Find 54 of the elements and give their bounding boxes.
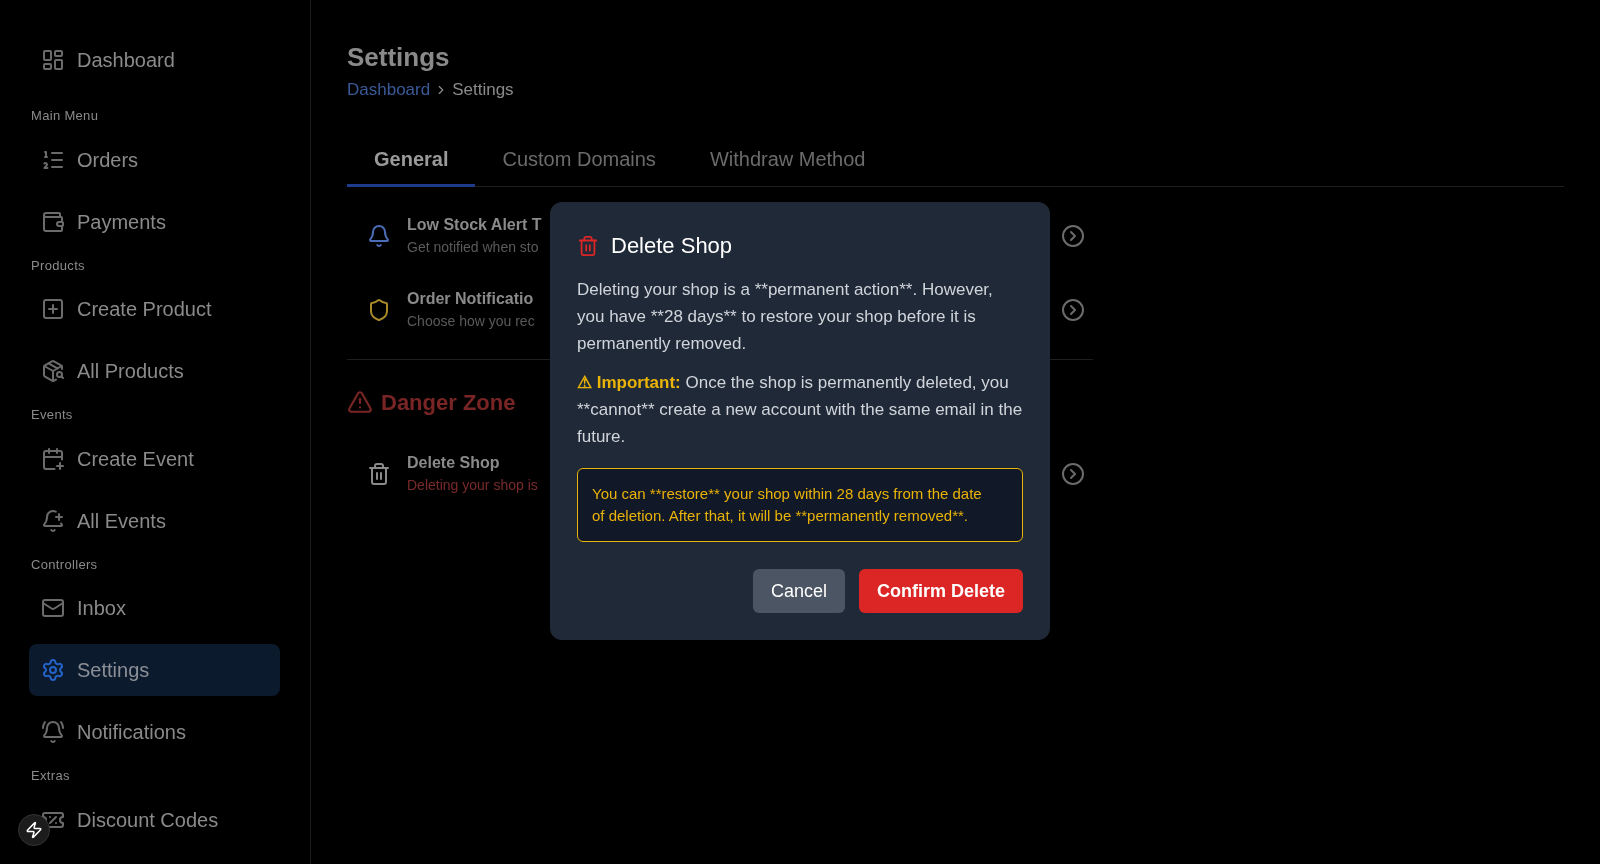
sidebar-item[interactable]: Notifications [29, 706, 280, 758]
package-search-icon [41, 359, 65, 383]
bell-icon [367, 223, 391, 248]
sidebar-item[interactable]: Create Event [29, 432, 280, 485]
trash-icon [577, 234, 599, 257]
dialog-message: Deleting your shop is a **permanent action**. However, you have **28 days** to restore your shop before it is permanently removed. [577, 279, 994, 355]
setting-description: Get notified when sto [407, 238, 539, 257]
breadcrumb-link[interactable]: Dashboard [347, 77, 431, 103]
tab[interactable]: Custom Domains [475, 134, 683, 187]
sidebar-item[interactable]: Settings [29, 644, 280, 696]
important-notice: ⚠ Important: Once the shop is permanently deleted, you **cannot** create a new account with the same email in the future. [577, 372, 1023, 448]
cancel-button[interactable]: Cancel [752, 569, 845, 613]
lightning-icon [25, 821, 43, 839]
wallet-icon [41, 209, 65, 234]
section-label: Main Menu [30, 107, 100, 125]
setting-description: Choose how you rec [407, 312, 535, 331]
sidebar-item[interactable]: Discount Codes [29, 793, 280, 846]
setting-title: Low Stock Alert T [407, 215, 542, 235]
dialog-title: Delete Shop [611, 232, 733, 260]
breadcrumb-current: Settings [452, 79, 514, 101]
chevron-circle-icon[interactable] [1061, 461, 1085, 486]
tab[interactable]: General [347, 134, 476, 187]
sidebar-item[interactable]: Dashboard [29, 34, 280, 86]
section-label: Products [30, 256, 86, 275]
section-label: Events [30, 406, 74, 424]
trash-icon [367, 461, 391, 486]
confirm-delete-button[interactable]: Confirm Delete [858, 569, 1023, 613]
sidebar-item[interactable]: Create Product [29, 283, 280, 335]
page-title: Settings [347, 41, 450, 74]
bell-plus-icon [41, 508, 65, 533]
setting-title: Order Notificatio [407, 289, 534, 309]
sidebar-item[interactable]: All Products [29, 345, 280, 397]
sidebar-item[interactable]: Payments [29, 195, 280, 248]
chevron-circle-icon[interactable] [1061, 297, 1085, 322]
section-label: Controllers [30, 555, 99, 574]
section-label: Extras [30, 767, 71, 785]
setting-description: Deleting your shop is [407, 476, 538, 495]
setting-title: Delete Shop [407, 453, 500, 473]
sidebar-item[interactable]: Inbox [29, 582, 280, 634]
shield-icon [367, 297, 391, 322]
mail-icon [41, 596, 65, 620]
sidebar-item[interactable]: Orders [29, 133, 280, 186]
sidebar-item[interactable]: All Events [29, 494, 280, 547]
floating-lightning-menu[interactable] [18, 814, 50, 846]
restore-notice: You can **restore** your shop within 28 days from the date of deletion. After that, it will be **permanently removed**. [592, 484, 983, 526]
tab[interactable]: Withdraw Method [682, 134, 893, 187]
calendar-plus-icon [41, 446, 65, 471]
chevron-circle-icon[interactable] [1061, 223, 1085, 248]
plus-square-icon [41, 297, 65, 321]
dashboard-icon [41, 48, 65, 72]
settings-icon [41, 658, 65, 682]
bell-ring-icon [41, 720, 65, 744]
warning-icon [347, 389, 373, 415]
danger-zone-title: Danger Zone [381, 388, 516, 417]
